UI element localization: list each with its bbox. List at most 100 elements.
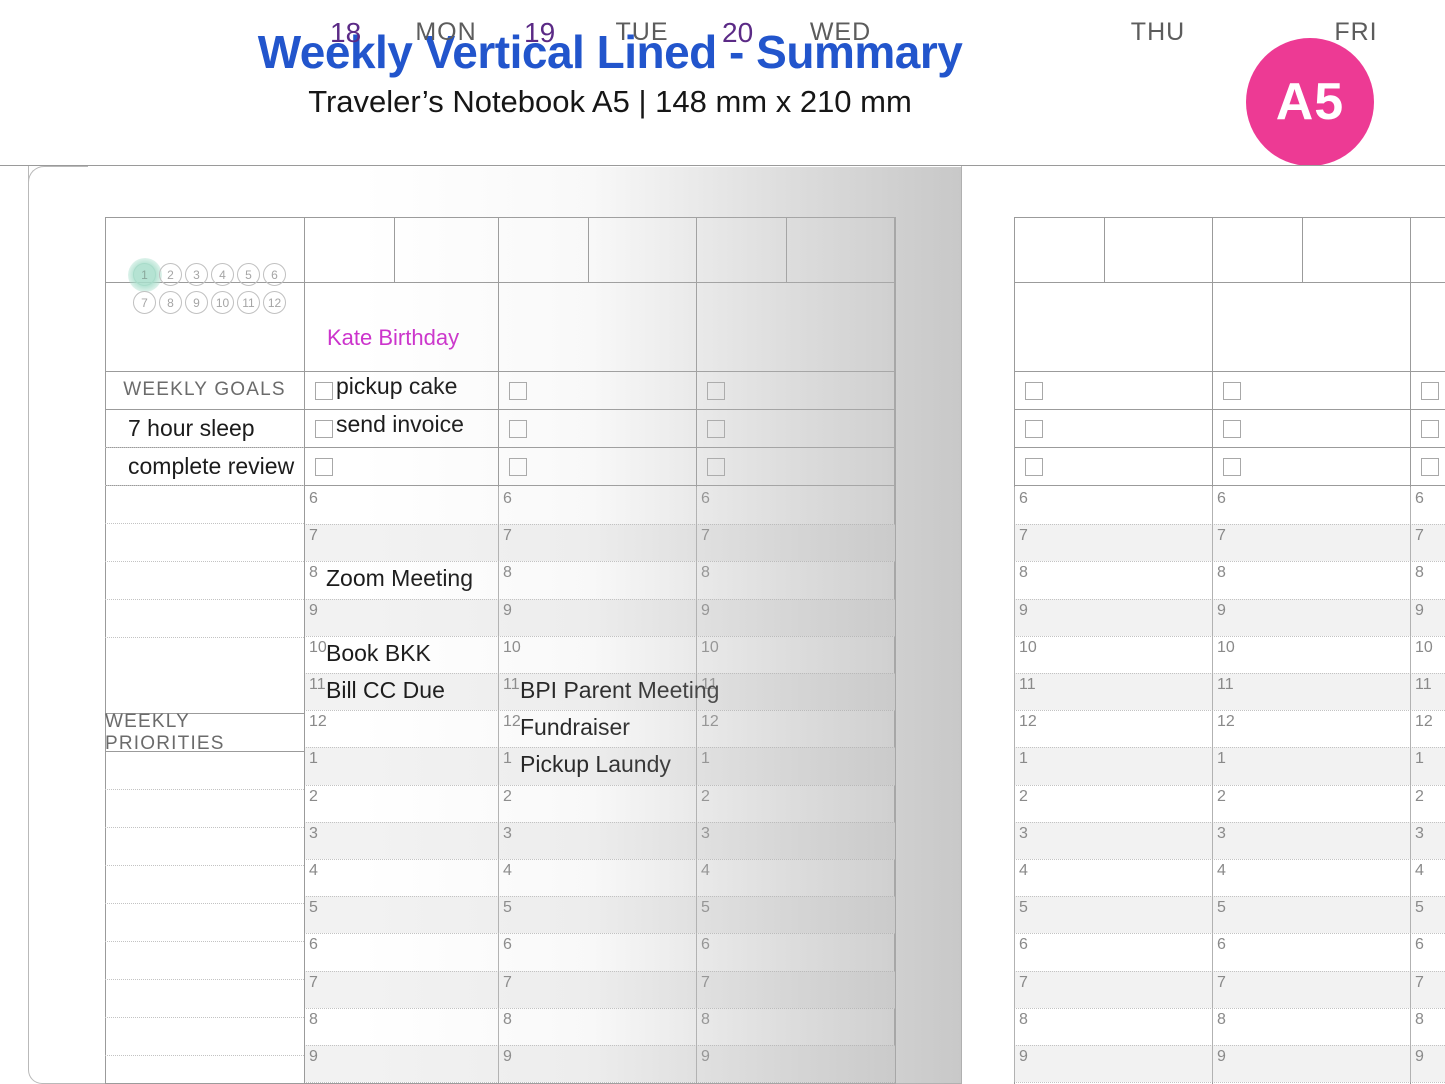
weekly-goal-item[interactable]: 7 hour sleep: [128, 415, 255, 442]
hour-label: 2: [503, 787, 512, 805]
hour-label: 8: [1415, 564, 1424, 582]
month-circle-2[interactable]: 2: [159, 263, 182, 286]
hour-shade-band: [304, 598, 498, 636]
hour-label: 12: [701, 713, 719, 731]
hour-separator: [1014, 822, 1445, 823]
hour-label: 10: [1217, 638, 1235, 656]
hour-shade-band: [1212, 673, 1410, 711]
weekly-goals-header: WEEKLY GOALS: [123, 379, 286, 400]
weekly-goal-item[interactable]: complete review: [128, 453, 294, 480]
hour-label: 6: [1415, 936, 1424, 954]
hour-label: 1: [701, 750, 710, 768]
hour-shade-band: [696, 598, 895, 636]
hour-label: 1: [309, 750, 318, 768]
hour-label: 3: [1217, 824, 1226, 842]
task-checkbox[interactable]: [509, 420, 527, 438]
hour-label: 7: [1019, 527, 1028, 545]
date-name-divider: [588, 217, 589, 282]
task-checkbox[interactable]: [1025, 382, 1043, 400]
calendar-event: BPI Parent Meeting: [520, 677, 720, 703]
hour-label: 5: [1019, 899, 1028, 917]
grid-left-border: [105, 217, 106, 1084]
date-name-divider: [1104, 217, 1105, 282]
task-checkbox[interactable]: [1421, 420, 1439, 438]
weekly-goal-separator: [105, 447, 304, 448]
hour-separator: [304, 561, 895, 562]
hour-label: 7: [1415, 527, 1424, 545]
page-subtitle: Traveler’s Notebook A5 | 148 mm x 210 mm: [308, 84, 912, 119]
hour-separator: [304, 896, 895, 897]
hour-label: 1: [1019, 750, 1028, 768]
task-checkbox[interactable]: [1223, 382, 1241, 400]
month-circle-1[interactable]: 1: [128, 258, 162, 292]
hour-label: 2: [309, 787, 318, 805]
hour-label: 9: [1019, 601, 1028, 619]
month-circle-11[interactable]: 11: [237, 291, 260, 314]
task-checkbox[interactable]: [707, 420, 725, 438]
hour-shade-band: [498, 524, 696, 562]
month-circle-4[interactable]: 4: [211, 263, 234, 286]
hour-label: 11: [309, 676, 326, 693]
hour-shade-band: [498, 821, 696, 859]
hour-label: 9: [1217, 1048, 1226, 1065]
task-checkbox[interactable]: [509, 458, 527, 476]
hour-label: 2: [1415, 787, 1424, 805]
task-checkbox[interactable]: [1025, 458, 1043, 476]
hour-shade-band: [304, 747, 498, 785]
task-row-line-2: [1014, 447, 1445, 448]
task-checkbox[interactable]: [315, 382, 333, 400]
hour-label: 6: [309, 490, 318, 507]
weekly-priority-separator: [105, 789, 304, 790]
month-label: 12: [267, 295, 282, 310]
weekly-priority-separator: [105, 903, 304, 904]
allday-event-MON: Kate Birthday: [327, 325, 460, 350]
task-checkbox[interactable]: [315, 458, 333, 476]
hour-separator: [304, 636, 895, 637]
hour-shade-band: [1014, 598, 1212, 636]
month-circle-10[interactable]: 10: [211, 291, 234, 314]
month-circle-12[interactable]: 12: [263, 291, 286, 314]
hour-label: 2: [1217, 787, 1226, 805]
month-selector[interactable]: 1 2 3 4 5 6 7 8 9 10 11 12: [128, 258, 293, 314]
hour-label: 7: [1217, 527, 1226, 545]
month-circle-9[interactable]: 9: [185, 291, 208, 314]
month-circle-5[interactable]: 5: [237, 263, 260, 286]
day-name-TUE: TUE: [615, 18, 669, 46]
hour-label: 2: [1019, 787, 1028, 805]
task-checkbox[interactable]: [509, 382, 527, 400]
weekly-grid-left: [105, 217, 895, 1084]
hour-label: 11: [503, 676, 520, 693]
hour-label: 8: [1217, 564, 1226, 582]
month-circle-7[interactable]: 7: [133, 291, 156, 314]
hour-separator: [1014, 859, 1445, 860]
hour-shade-band: [1212, 524, 1410, 562]
task-checkbox[interactable]: [1421, 382, 1439, 400]
task-checkbox[interactable]: [1223, 420, 1241, 438]
hour-label: 5: [309, 899, 318, 917]
weekly-priorities-header-underline: [105, 751, 304, 752]
hour-label: 5: [503, 899, 512, 917]
hour-shade-band: [696, 524, 895, 562]
month-circle-3[interactable]: 3: [185, 263, 208, 286]
weekly-goal-separator: [105, 561, 304, 562]
task-checkbox[interactable]: [707, 382, 725, 400]
hour-separator: [1014, 599, 1445, 600]
task-checkbox[interactable]: [1223, 458, 1241, 476]
hour-label: 1: [1415, 750, 1424, 768]
task-checkbox[interactable]: [1025, 420, 1043, 438]
hour-label: 5: [1415, 899, 1424, 917]
month-circle-6[interactable]: 6: [263, 263, 286, 286]
month-circle-8[interactable]: 8: [159, 291, 182, 314]
task-checkbox[interactable]: [707, 458, 725, 476]
task-checkbox[interactable]: [315, 420, 333, 438]
hour-label: 6: [1217, 936, 1226, 954]
hour-label: 6: [309, 936, 318, 954]
calendar-event: Bill CC Due: [326, 677, 445, 703]
hour-shade-band: [1212, 598, 1410, 636]
task-checkbox[interactable]: [1421, 458, 1439, 476]
hour-separator: [1014, 561, 1445, 562]
hour-separator: [304, 673, 895, 674]
hour-label: 8: [701, 564, 710, 582]
hour-shade-band: [696, 821, 895, 859]
hour-shade-band: [1212, 747, 1410, 785]
